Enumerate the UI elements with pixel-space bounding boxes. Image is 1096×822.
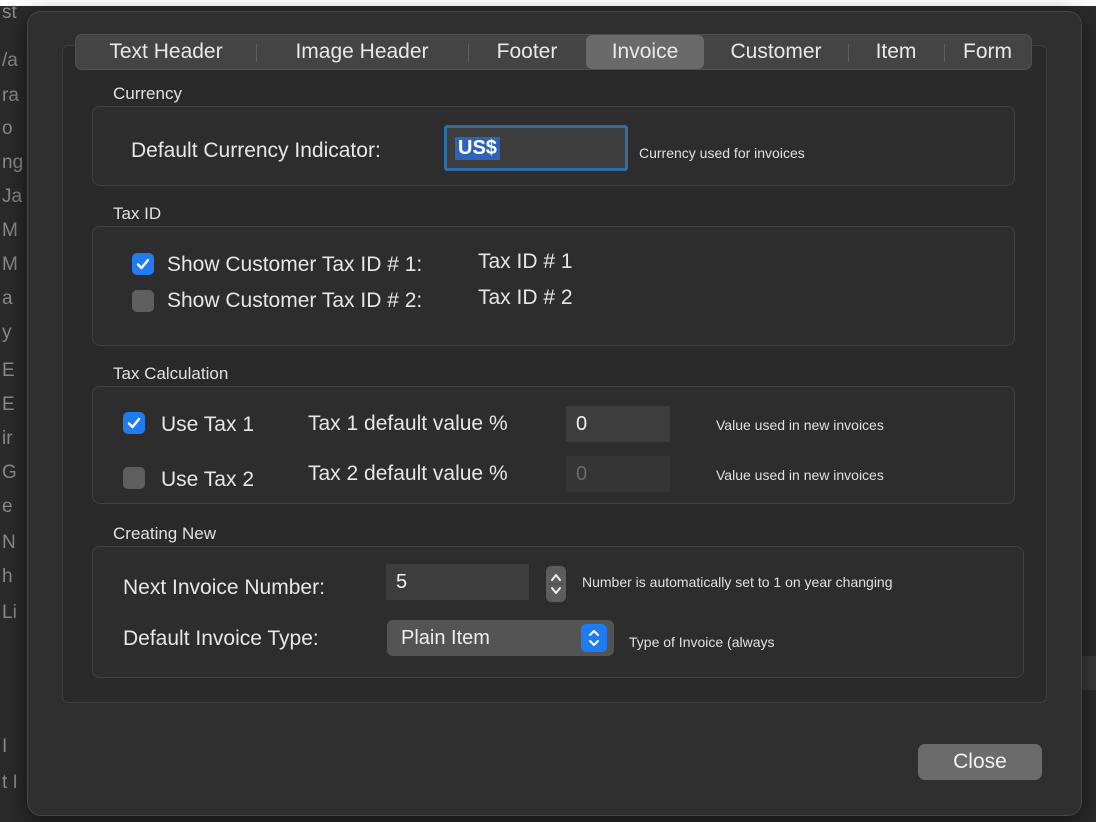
tab-customer[interactable]: Customer — [704, 35, 848, 69]
checkmark-icon — [127, 417, 141, 429]
tab-text-header[interactable]: Text Header — [76, 35, 256, 69]
tab-image-header[interactable]: Image Header — [256, 35, 468, 69]
use-tax-1-label: Use Tax 1 — [161, 413, 254, 436]
currency-indicator-value: US$ — [455, 136, 500, 160]
bg-text-fragment: Ja — [2, 186, 23, 207]
tax-id-2-value: Tax ID # 2 — [478, 286, 573, 309]
currency-note: Currency used for invoices — [639, 145, 805, 161]
use-tax-1-checkbox[interactable] — [123, 412, 145, 434]
next-invoice-number-input[interactable]: 5 — [386, 564, 529, 600]
bg-text-fragment: G — [2, 462, 17, 483]
show-tax-id-1-label: Show Customer Tax ID # 1: — [167, 253, 423, 276]
tax-id-1-value: Tax ID # 1 — [478, 250, 573, 273]
default-invoice-type-note: Type of Invoice (always — [629, 634, 775, 650]
tax-calc-section-label: Tax Calculation — [113, 364, 229, 383]
currency-indicator-input[interactable]: US$ — [444, 125, 628, 171]
bg-text-fragment: E — [2, 394, 15, 415]
stepper-arrows-icon — [548, 574, 564, 594]
use-tax-2-label: Use Tax 2 — [161, 468, 254, 491]
show-tax-id-1-checkbox[interactable] — [132, 253, 154, 275]
show-tax-id-2-label: Show Customer Tax ID # 2: — [167, 289, 423, 312]
default-invoice-type-popup[interactable]: Plain Item — [387, 620, 614, 656]
chevron-up-down-icon — [589, 630, 599, 646]
show-tax-id-2-checkbox[interactable] — [132, 290, 154, 312]
use-tax-2-checkbox[interactable] — [123, 467, 145, 489]
default-invoice-type-label: Default Invoice Type: — [123, 627, 319, 650]
bg-text-fragment: M — [2, 254, 18, 275]
close-button[interactable]: Close — [918, 744, 1042, 780]
bg-text-fragment: M — [2, 220, 18, 241]
tab-footer[interactable]: Footer — [468, 35, 586, 69]
next-invoice-number-note: Number is automatically set to 1 on year… — [582, 574, 893, 590]
bg-text-fragment: /a — [2, 50, 18, 71]
creating-new-section-label: Creating New — [113, 524, 216, 543]
tab-item[interactable]: Item — [848, 35, 944, 69]
bg-text-fragment: h — [2, 566, 13, 587]
bg-text-fragment: ng — [2, 152, 24, 173]
bg-text-fragment: y — [2, 322, 12, 343]
bg-text-fragment: st — [2, 2, 17, 23]
popup-arrows-icon[interactable] — [581, 624, 607, 652]
checkmark-icon — [136, 258, 150, 270]
bg-text-fragment: o — [2, 118, 13, 139]
tax-2-default-label: Tax 2 default value % — [308, 462, 508, 485]
tab-invoice[interactable]: Invoice — [586, 35, 704, 69]
tab-form[interactable]: Form — [944, 35, 1031, 69]
bg-text-fragment: N — [2, 532, 16, 553]
bg-text-fragment: t I — [2, 772, 18, 793]
bg-text-fragment: ra — [2, 85, 19, 106]
tax-1-note: Value used in new invoices — [716, 417, 884, 433]
bg-text-fragment: a — [2, 288, 13, 309]
bg-text-fragment: ir — [2, 428, 13, 449]
next-invoice-number-label: Next Invoice Number: — [123, 576, 325, 599]
tax-1-value-input[interactable]: 0 — [566, 406, 670, 442]
currency-section-label: Currency — [113, 84, 182, 103]
bg-text-fragment: Li — [2, 602, 17, 623]
tax-1-default-label: Tax 1 default value % — [308, 412, 508, 435]
background-top-edge — [0, 0, 1096, 6]
bg-text-fragment: e — [2, 496, 13, 517]
tax-2-note: Value used in new invoices — [716, 467, 884, 483]
currency-indicator-label: Default Currency Indicator: — [131, 139, 381, 162]
tax-2-value-input[interactable]: 0 — [566, 456, 670, 492]
next-invoice-number-stepper[interactable] — [546, 566, 566, 602]
bg-text-fragment: E — [2, 360, 15, 381]
default-invoice-type-value: Plain Item — [401, 626, 490, 649]
tab-bar: Text Header Image Header Footer Invoice … — [75, 34, 1032, 70]
tax-id-section-label: Tax ID — [113, 204, 162, 223]
bg-text-fragment: I — [2, 736, 8, 757]
